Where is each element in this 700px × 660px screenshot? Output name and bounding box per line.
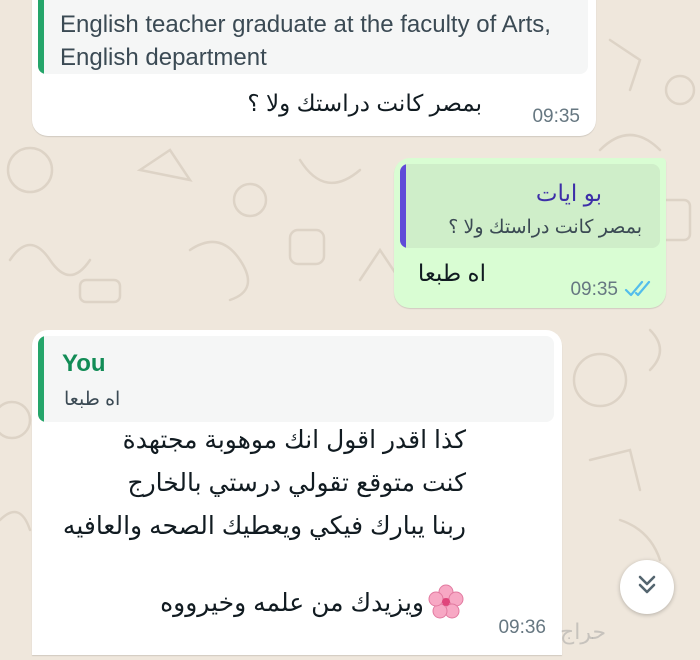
double-check-read-icon <box>624 278 654 305</box>
quoted-sender-name: بو ايات <box>535 180 602 206</box>
cherry-blossom-icon <box>428 584 464 625</box>
message-line: كذا اقدر اقول انك موهوبة مجتهدة <box>122 426 466 454</box>
quoted-message-text: English teacher graduate at the faculty … <box>60 11 551 71</box>
chevron-double-down-icon <box>634 572 660 603</box>
message-bubble-outgoing[interactable]: بو ايات بمصر كانت دراستك ولا ؟ اه طبعا 0… <box>394 158 666 308</box>
quote-accent-bar <box>38 336 44 422</box>
message-text: بمصر كانت دراستك ولا ؟ <box>247 90 482 116</box>
message-bubble-incoming[interactable]: You اه طبعا كذا اقدر اقول انك موهوبة مجت… <box>32 330 562 655</box>
watermark: حراج <box>560 620 607 645</box>
message-line: ربنا يبارك فيكي ويعطيك الصحه والعافيه <box>62 512 466 540</box>
message-line: ويزيدك من علمه وخيرووه <box>160 589 424 617</box>
quoted-message[interactable]: English teacher graduate at the faculty … <box>38 0 588 74</box>
quote-accent-bar <box>400 164 406 248</box>
quoted-message-text: اه طبعا <box>64 389 121 410</box>
message-time: 09:36 <box>498 617 546 638</box>
message-time: 09:35 <box>570 279 618 300</box>
message-bubble-incoming[interactable]: English teacher graduate at the faculty … <box>32 0 596 136</box>
scroll-to-bottom-button[interactable] <box>620 560 674 614</box>
message-time: 09:35 <box>532 106 580 127</box>
quote-accent-bar <box>38 0 44 74</box>
message-line: كنت متوقع تقولي درستي بالخارج <box>127 469 466 497</box>
quoted-message[interactable]: بو ايات بمصر كانت دراستك ولا ؟ <box>400 164 660 248</box>
quoted-message[interactable]: You اه طبعا <box>38 336 554 422</box>
quoted-sender-name: You <box>62 350 106 377</box>
quoted-message-text: بمصر كانت دراستك ولا ؟ <box>448 217 642 238</box>
message-text: اه طبعا <box>417 260 486 286</box>
